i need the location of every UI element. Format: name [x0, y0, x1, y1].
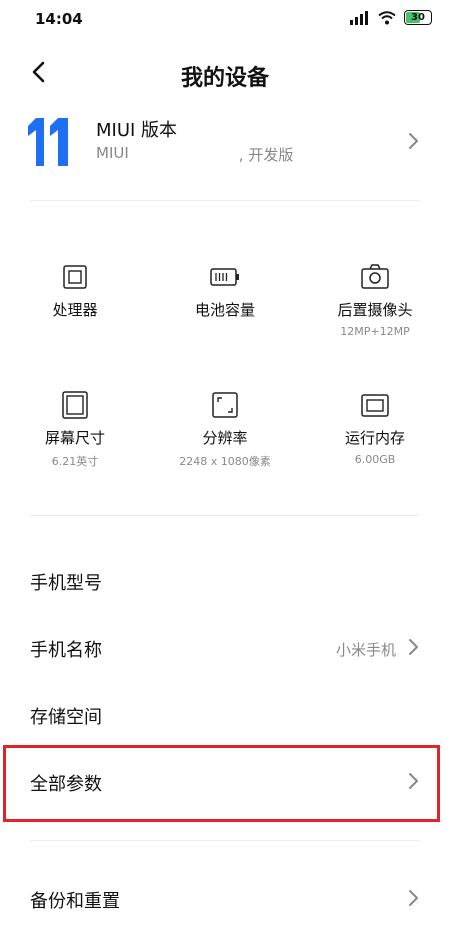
spec-screen-size[interactable]: 屏幕尺寸 6.21英寸 — [0, 390, 150, 468]
miui-logo-icon — [28, 118, 68, 166]
divider — [30, 515, 420, 516]
spec-label: 屏幕尺寸 — [44, 429, 105, 447]
row-all-parameters[interactable]: 全部参数 — [0, 752, 450, 812]
battery-capacity-icon — [210, 268, 239, 286]
miui-version-subtitle: MIUI , 开发版 — [96, 144, 293, 165]
spec-battery[interactable]: 电池容量 — [150, 262, 300, 339]
chevron-right-icon — [409, 890, 418, 906]
camera-icon — [361, 264, 389, 289]
spec-ram[interactable]: 运行内存 6.00GB — [300, 390, 450, 467]
spec-label: 分辨率 — [202, 429, 248, 447]
battery-level: 30 — [411, 12, 425, 23]
row-phone-model[interactable]: 手机型号 — [0, 551, 450, 611]
spec-label: 运行内存 — [344, 429, 405, 447]
spec-label: 后置摄像头 — [337, 301, 413, 319]
miui-version-prefix: MIUI — [96, 144, 129, 162]
row-label: 全部参数 — [30, 774, 102, 795]
signal-icon — [350, 10, 368, 25]
spec-rear-camera[interactable]: 后置摄像头 12MP+12MP — [300, 262, 450, 339]
row-value: 小米手机 — [335, 641, 396, 659]
row-storage[interactable]: 存储空间 — [0, 685, 450, 745]
chevron-right-icon — [409, 773, 418, 789]
spec-processor[interactable]: 处理器 — [0, 262, 150, 339]
row-phone-name[interactable]: 手机名称 小米手机 — [0, 618, 450, 678]
memory-icon — [361, 394, 389, 417]
status-icons: 30 — [350, 10, 432, 25]
app-header: 我的设备 — [0, 50, 450, 94]
spec-value — [0, 325, 150, 339]
screen-size-icon — [62, 391, 88, 419]
row-label: 手机型号 — [30, 573, 102, 594]
spec-value: 6.00GB — [354, 453, 396, 466]
resolution-icon — [212, 392, 238, 418]
status-time: 14:04 — [35, 10, 83, 28]
spec-resolution[interactable]: 分辨率 2248 x 1080像素 — [150, 390, 300, 468]
chevron-right-icon — [409, 133, 418, 149]
row-label: 备份和重置 — [30, 891, 120, 912]
chevron-right-icon — [409, 639, 418, 655]
row-backup-reset[interactable]: 备份和重置 — [0, 869, 450, 929]
miui-version-row[interactable]: MIUI 版本 MIUI , 开发版 — [0, 110, 450, 174]
battery-icon: 30 — [404, 10, 432, 25]
divider — [30, 840, 420, 841]
wifi-icon — [378, 10, 396, 24]
status-bar: 14:04 30 — [0, 0, 450, 40]
cpu-icon — [63, 265, 87, 289]
spec-value: 2248 x 1080像素 — [179, 455, 271, 468]
divider — [30, 200, 420, 201]
spec-value: 12MP+12MP — [340, 325, 410, 338]
spec-value: 6.21英寸 — [51, 455, 99, 468]
row-label: 存储空间 — [30, 707, 102, 728]
spec-value — [150, 325, 300, 339]
spec-label: 电池容量 — [194, 301, 255, 319]
spec-label: 处理器 — [52, 301, 98, 319]
row-label: 手机名称 — [30, 640, 102, 661]
page-title: 我的设备 — [180, 66, 269, 91]
miui-version-suffix: , 开发版 — [238, 146, 294, 164]
miui-version-title: MIUI 版本 — [96, 120, 178, 141]
